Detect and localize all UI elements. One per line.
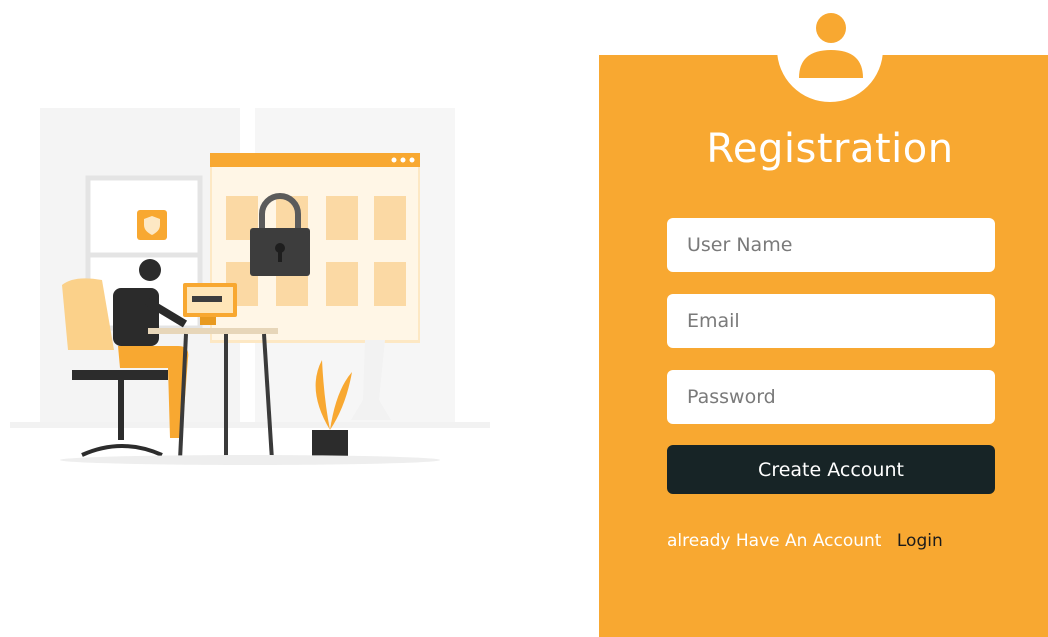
create-account-button[interactable]: Create Account xyxy=(667,445,995,494)
security-login-illustration xyxy=(10,108,490,465)
username-input[interactable] xyxy=(667,218,995,272)
login-prompt-row: already Have An Account Login xyxy=(667,531,943,551)
form-title: Registration xyxy=(706,126,954,172)
user-icon xyxy=(799,13,863,78)
password-input[interactable] xyxy=(667,370,995,424)
login-link[interactable]: Login xyxy=(897,531,943,551)
email-input[interactable] xyxy=(667,294,995,348)
login-prompt-text: already Have An Account xyxy=(667,531,882,551)
